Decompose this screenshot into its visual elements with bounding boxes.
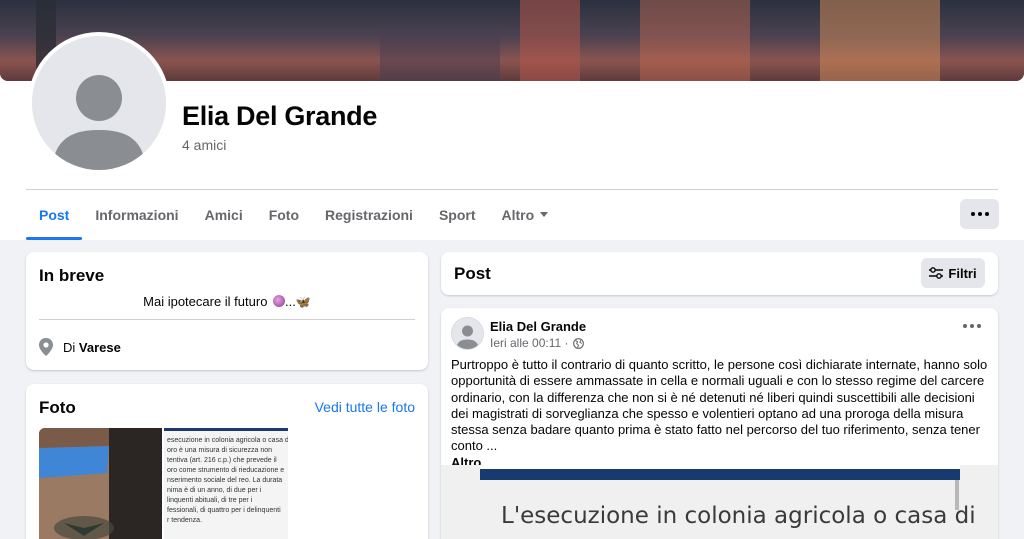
post-options-button[interactable] <box>963 324 981 328</box>
more-dots-icon-dot <box>977 212 982 216</box>
intro-divider <box>39 319 415 320</box>
document-line: nserimento sociale del reo. La durata <box>167 477 283 484</box>
location-value[interactable]: Varese <box>79 340 121 355</box>
tab-label: Amici <box>204 206 243 223</box>
tab-amici[interactable]: Amici <box>192 190 256 239</box>
tab-post[interactable]: Post <box>26 190 83 240</box>
document-line: r tendenza. <box>167 517 203 524</box>
post-body: Purtroppo è tutto il contrario di quanto… <box>451 357 991 471</box>
more-dots-icon-dot <box>970 324 974 328</box>
default-avatar-icon <box>452 318 483 349</box>
post-author-avatar[interactable] <box>451 317 484 350</box>
tab-altro[interactable]: Altro <box>489 190 562 239</box>
intro-card: In breve Mai ipotecare il futuro ...🦋 Di… <box>26 252 428 370</box>
tab-informazioni[interactable]: Informazioni <box>82 190 191 239</box>
tab-label: Altro <box>501 206 535 223</box>
location-row: Di Varese <box>39 338 121 356</box>
image-header-bar <box>480 465 960 480</box>
tab-foto[interactable]: Foto <box>256 190 312 239</box>
friends-count[interactable]: 4 amici <box>182 137 226 153</box>
post-timestamp[interactable]: Ieri alle 00:11 · <box>490 336 569 350</box>
post-meta: Ieri alle 00:11 · <box>490 336 584 350</box>
profile-header: Elia Del Grande 4 amici Post Informazion… <box>0 0 1024 240</box>
profile-avatar[interactable] <box>28 32 170 174</box>
photo-thumbnail[interactable] <box>39 428 162 539</box>
see-all-photos-link[interactable]: Vedi tutte le foto <box>315 399 415 415</box>
photo-image <box>39 428 162 539</box>
document-line: oro come strumento di rieducazione e <box>167 467 285 474</box>
location-prefix: Di <box>63 339 76 355</box>
filter-button[interactable]: Filtri <box>921 258 985 288</box>
document-accent-bar <box>164 428 288 431</box>
post-author-name[interactable]: Elia Del Grande <box>490 319 586 334</box>
tab-sport[interactable]: Sport <box>426 190 489 239</box>
default-avatar-icon <box>32 36 166 170</box>
image-text: L'esecuzione in colonia agricola o casa … <box>501 503 976 529</box>
tab-label: Informazioni <box>95 206 179 223</box>
posts-title: Post <box>454 264 491 283</box>
bio-label: Mai ipotecare il futuro <box>143 294 268 309</box>
document-line: tentiva (art. 216 c.p.) che prevede il <box>167 457 277 464</box>
more-dots-icon-dot <box>984 212 989 216</box>
photos-title: Foto <box>39 398 76 417</box>
bio-text: Mai ipotecare il futuro ...🦋 <box>26 294 428 309</box>
posts-header-card: Post Filtri <box>441 252 998 295</box>
document-line: esecuzione in colonia agricola o casa di <box>167 437 288 444</box>
more-dots-icon-dot <box>977 324 981 328</box>
butterfly-icon: 🦋 <box>295 295 311 309</box>
dropdown-caret-icon <box>540 212 549 217</box>
more-dots-icon <box>963 324 967 328</box>
globe-icon <box>572 337 584 349</box>
bio-ellipsis: ... <box>285 294 296 309</box>
location-pin-icon <box>39 338 53 356</box>
photos-card: Foto Vedi tutte le foto esecuzione in co… <box>26 384 428 539</box>
document-line: linquenti abituali, di tre per i <box>167 497 253 504</box>
document-line: fessionali, di quattro per i delinquenti <box>167 507 281 514</box>
filter-sliders-icon <box>929 267 944 279</box>
document-line: oro è una misura di sicurezza non <box>167 447 273 454</box>
post-card: Elia Del Grande Ieri alle 00:11 · Purtro… <box>441 308 998 539</box>
tab-label: Sport <box>438 206 476 223</box>
profile-tabs: Post Informazioni Amici Foto Registrazio… <box>26 190 561 240</box>
tab-registrazioni[interactable]: Registrazioni <box>312 190 426 239</box>
tab-label: Foto <box>268 206 300 223</box>
intro-title: In breve <box>39 266 105 285</box>
tab-label: Post <box>39 206 70 223</box>
post-text: Purtroppo è tutto il contrario di quanto… <box>451 357 988 454</box>
photo-placeholder <box>290 428 415 539</box>
photo-thumbnail[interactable]: esecuzione in colonia agricola o casa di… <box>162 428 288 539</box>
profile-name: Elia Del Grande <box>182 101 378 131</box>
crystal-ball-icon <box>273 295 286 307</box>
document-line: nima è di un anno, di due per i <box>167 487 262 494</box>
tab-label: Registrazioni <box>325 206 413 223</box>
more-options-button[interactable] <box>960 199 999 229</box>
filter-label: Filtri <box>948 265 977 281</box>
post-image[interactable]: L'esecuzione in colonia agricola o casa … <box>441 465 998 539</box>
more-dots-icon <box>970 212 975 216</box>
